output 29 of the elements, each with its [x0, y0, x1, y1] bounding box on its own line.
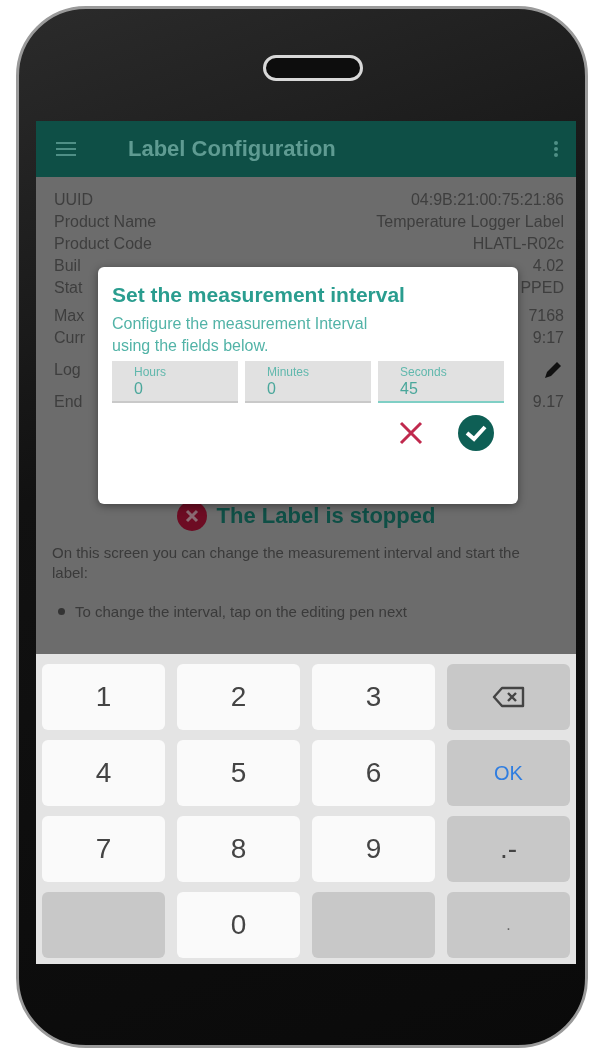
key[interactable]: 3	[312, 664, 435, 730]
status-text: The Label is stopped	[216, 503, 436, 529]
backspace-icon	[491, 685, 526, 709]
field-label: Hours	[134, 365, 167, 379]
menu-icon[interactable]	[56, 142, 76, 156]
pen-icon[interactable]	[542, 359, 564, 381]
close-icon[interactable]	[398, 420, 424, 446]
key[interactable]: 8	[177, 816, 300, 882]
key[interactable]: 0	[177, 892, 300, 958]
bullet-dot	[58, 608, 65, 615]
key[interactable]: 5	[177, 740, 300, 806]
key[interactable]: 2	[177, 664, 300, 730]
key[interactable]: 4	[42, 740, 165, 806]
field-label: Minutes	[267, 365, 311, 379]
key[interactable]: 1	[42, 664, 165, 730]
key[interactable]: 6	[312, 740, 435, 806]
key[interactable]: 9	[312, 816, 435, 882]
field-label: Seconds	[400, 365, 448, 379]
screen-title: Label Configuration	[128, 136, 337, 162]
backspace-key[interactable]	[447, 664, 570, 730]
overflow-menu-icon[interactable]	[554, 141, 558, 157]
dialog-message: Configure the measurement Interval using the fields below.	[112, 314, 369, 356]
key[interactable]: 7	[42, 816, 165, 882]
dialog-title: Set the measurement interval	[112, 283, 406, 307]
field-value: 45	[400, 380, 419, 398]
check-icon[interactable]	[458, 415, 494, 451]
field-value: 0	[267, 380, 277, 398]
field-value: 0	[134, 380, 144, 398]
key[interactable]: .-	[447, 816, 570, 882]
